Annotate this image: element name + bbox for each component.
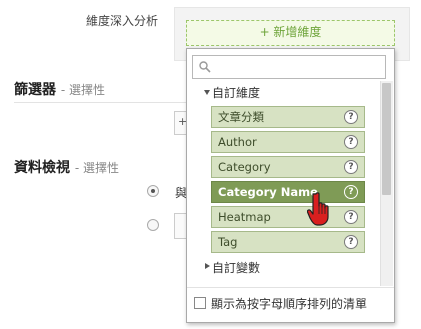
dimension-item-article-category[interactable]: 文章分類 ? — [211, 106, 365, 128]
collapse-caret-icon[interactable] — [204, 90, 210, 95]
dimension-item-label: Category — [218, 160, 271, 174]
data-view-radio-2[interactable] — [147, 219, 159, 231]
data-view-optional: - 選擇性 — [74, 161, 120, 175]
dimension-item-category[interactable]: Category ? — [211, 156, 365, 178]
dimension-dropdown-panel: 自訂維度 文章分類 ? Author ? Category ? Category… — [186, 48, 395, 323]
dimension-item-category-name[interactable]: Category Name ? — [211, 181, 365, 203]
dimension-item-tag[interactable]: Tag ? — [211, 231, 365, 253]
filters-optional: - 選擇性 — [60, 83, 106, 97]
dimension-item-author[interactable]: Author ? — [211, 131, 365, 153]
alphabetical-label: 顯示為按字母順序排列的清單 — [211, 297, 368, 311]
data-view-radio-1[interactable] — [147, 185, 159, 197]
data-view-title: 資料檢視 — [14, 160, 70, 176]
help-icon[interactable]: ? — [344, 160, 358, 174]
dimension-item-label: Heatmap — [218, 210, 271, 224]
hand-cursor-icon — [307, 192, 329, 226]
help-icon[interactable]: ? — [344, 110, 358, 124]
alphabetical-checkbox[interactable] — [194, 297, 206, 309]
data-view-section-title: 資料檢視 - 選擇性 — [14, 157, 119, 177]
help-icon[interactable]: ? — [344, 185, 358, 199]
dimension-item-heatmap[interactable]: Heatmap ? — [211, 206, 365, 228]
help-icon[interactable]: ? — [344, 210, 358, 224]
dimension-item-label: Category Name — [218, 185, 318, 199]
dropdown-scrollbar-thumb[interactable] — [382, 83, 391, 195]
dimension-item-label: Tag — [218, 235, 238, 249]
expand-caret-icon[interactable] — [205, 263, 210, 269]
custom-variables-header[interactable]: 自訂變數 — [212, 259, 260, 276]
dropdown-footer-divider — [187, 287, 394, 288]
search-icon — [199, 61, 211, 73]
filters-title: 篩選器 — [14, 82, 56, 98]
help-icon[interactable]: ? — [344, 135, 358, 149]
help-icon[interactable]: ? — [344, 235, 358, 249]
dimension-search-input[interactable] — [192, 55, 386, 79]
filters-divider — [14, 102, 194, 103]
custom-dimensions-header[interactable]: 自訂維度 — [212, 84, 260, 101]
add-dimension-button[interactable]: + 新增維度 — [186, 20, 395, 46]
dimension-item-label: 文章分類 — [218, 110, 264, 124]
filters-section-title: 篩選器 - 選擇性 — [14, 79, 105, 99]
dimension-drilldown-label: 維度深入分析 — [86, 14, 159, 28]
dimension-item-label: Author — [218, 135, 257, 149]
